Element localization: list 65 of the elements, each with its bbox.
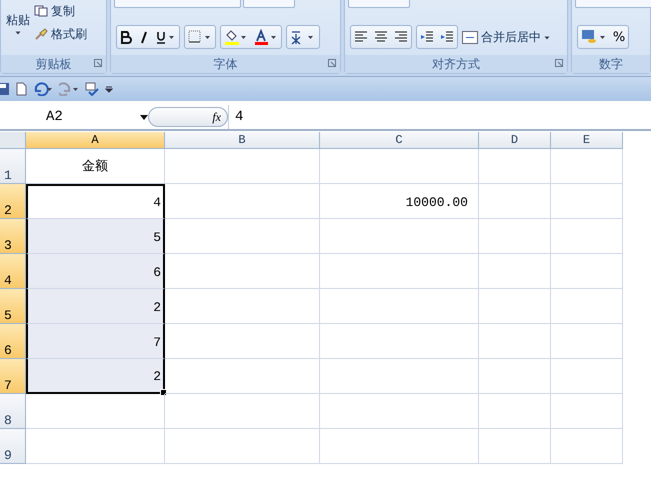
redo-icon[interactable] <box>59 82 79 96</box>
table-cell: 2 <box>26 289 165 324</box>
column-header[interactable]: D <box>479 132 551 149</box>
spelling-check-icon[interactable] <box>85 82 99 96</box>
column-header[interactable]: A <box>26 132 165 149</box>
table-cell <box>479 394 551 429</box>
table-cell: 4 <box>26 184 165 219</box>
table-cell <box>551 184 623 219</box>
group-label: 剪贴板 <box>35 56 72 72</box>
table-cell <box>551 289 623 324</box>
merge-center-button[interactable]: 合并后居中 <box>462 29 550 46</box>
table-cell <box>479 254 551 289</box>
row-header[interactable]: 9 <box>0 429 26 464</box>
group-label: 对齐方式 <box>432 56 480 72</box>
table-cell <box>479 219 551 254</box>
brush-icon <box>34 28 48 40</box>
dialog-launcher-icon[interactable] <box>328 59 336 67</box>
table-cell <box>551 219 623 254</box>
row-header[interactable]: 6 <box>0 324 26 359</box>
customize-toolbar-icon[interactable] <box>105 85 113 93</box>
dialog-launcher-icon[interactable] <box>554 59 563 67</box>
dialog-launcher-icon[interactable] <box>94 59 102 67</box>
table-cell <box>551 394 623 429</box>
column-header[interactable]: E <box>551 132 623 149</box>
table-cell: 2 <box>26 359 165 394</box>
table-cell <box>479 324 551 359</box>
undo-icon[interactable] <box>33 82 53 96</box>
row-header[interactable]: 7 <box>0 359 26 394</box>
table-cell <box>551 324 623 359</box>
group-label: 数字 <box>598 56 623 72</box>
table-cell: 6 <box>26 254 165 289</box>
new-document-icon[interactable] <box>16 82 27 96</box>
group-label: 字体 <box>213 56 238 72</box>
paste-button[interactable]: 粘贴 <box>6 12 30 35</box>
table-cell: 7 <box>26 324 165 359</box>
row-header[interactable]: 4 <box>0 254 26 289</box>
save-icon[interactable] <box>0 82 10 96</box>
format-painter-button[interactable]: 格式刷 <box>34 26 87 42</box>
table-cell <box>479 149 551 184</box>
insert-function-button[interactable]: fx <box>148 107 228 127</box>
table-cell <box>479 289 551 324</box>
table-cell: 10000.00 <box>320 184 479 219</box>
caret-icon <box>544 36 550 40</box>
table-cell: 5 <box>26 219 165 254</box>
table-cell <box>551 254 623 289</box>
row-header[interactable]: 8 <box>0 394 26 429</box>
table-cell <box>479 359 551 394</box>
table-cell <box>551 429 623 464</box>
table-cell <box>551 359 623 394</box>
copy-icon <box>34 5 48 17</box>
table-cell <box>551 149 623 184</box>
merge-cells-icon <box>462 31 478 44</box>
table-cell <box>479 429 551 464</box>
column-header[interactable]: C <box>320 132 479 149</box>
caret-icon <box>15 31 21 35</box>
row-header[interactable]: 5 <box>0 289 26 324</box>
row-header[interactable]: 3 <box>0 219 26 254</box>
copy-button[interactable]: 复制 <box>34 2 87 20</box>
column-header[interactable]: B <box>165 132 320 149</box>
formula-input[interactable]: 4 <box>228 105 651 129</box>
row-header[interactable]: 2 <box>0 184 26 219</box>
fill-handle[interactable] <box>160 389 167 396</box>
table-cell <box>479 184 551 219</box>
dropdown-caret-icon <box>140 114 148 120</box>
row-header[interactable]: 1 <box>0 149 26 184</box>
